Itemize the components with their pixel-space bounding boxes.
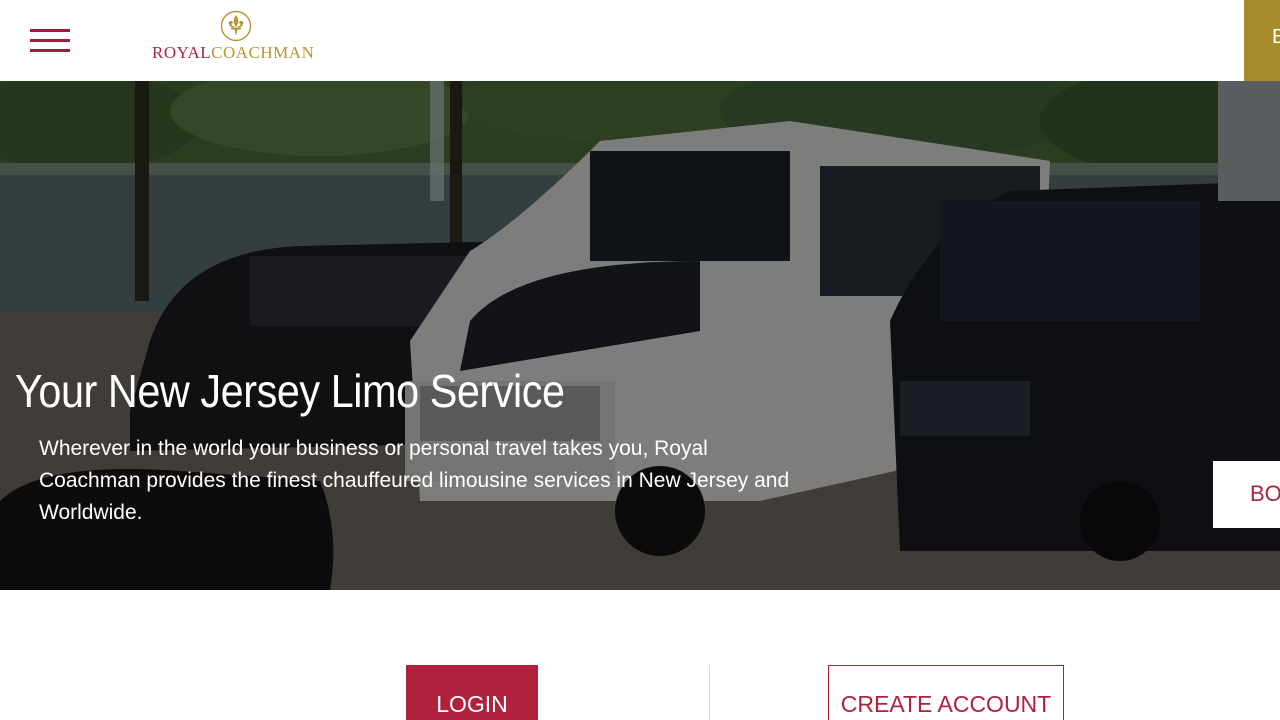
- account-divider: [709, 665, 710, 720]
- header-book-button[interactable]: B: [1244, 0, 1280, 81]
- site-logo[interactable]: ROYALCOACHMAN: [152, 10, 322, 66]
- hero-banner: Your New Jersey Limo Service Wherever in…: [0, 81, 1280, 590]
- book-now-side-tab[interactable]: BOO: [1213, 461, 1280, 528]
- fleur-de-lis-icon: [220, 10, 252, 42]
- logo-text-coachman: COACHMAN: [211, 43, 315, 62]
- create-account-button[interactable]: CREATE ACCOUNT: [828, 665, 1064, 720]
- logo-wordmark: ROYALCOACHMAN: [152, 43, 322, 63]
- hero-description: Wherever in the world your business or p…: [39, 437, 790, 524]
- hamburger-menu-icon[interactable]: [30, 29, 70, 53]
- site-header: ROYALCOACHMAN B: [0, 0, 1280, 81]
- header-book-label: B: [1272, 26, 1280, 48]
- book-now-label: BOO: [1250, 481, 1280, 506]
- account-actions: LOGIN CREATE ACCOUNT: [0, 590, 1280, 720]
- login-button[interactable]: LOGIN: [406, 665, 538, 720]
- logo-text-royal: ROYAL: [152, 43, 212, 62]
- hero-title: Your New Jersey Limo Service: [15, 365, 565, 417]
